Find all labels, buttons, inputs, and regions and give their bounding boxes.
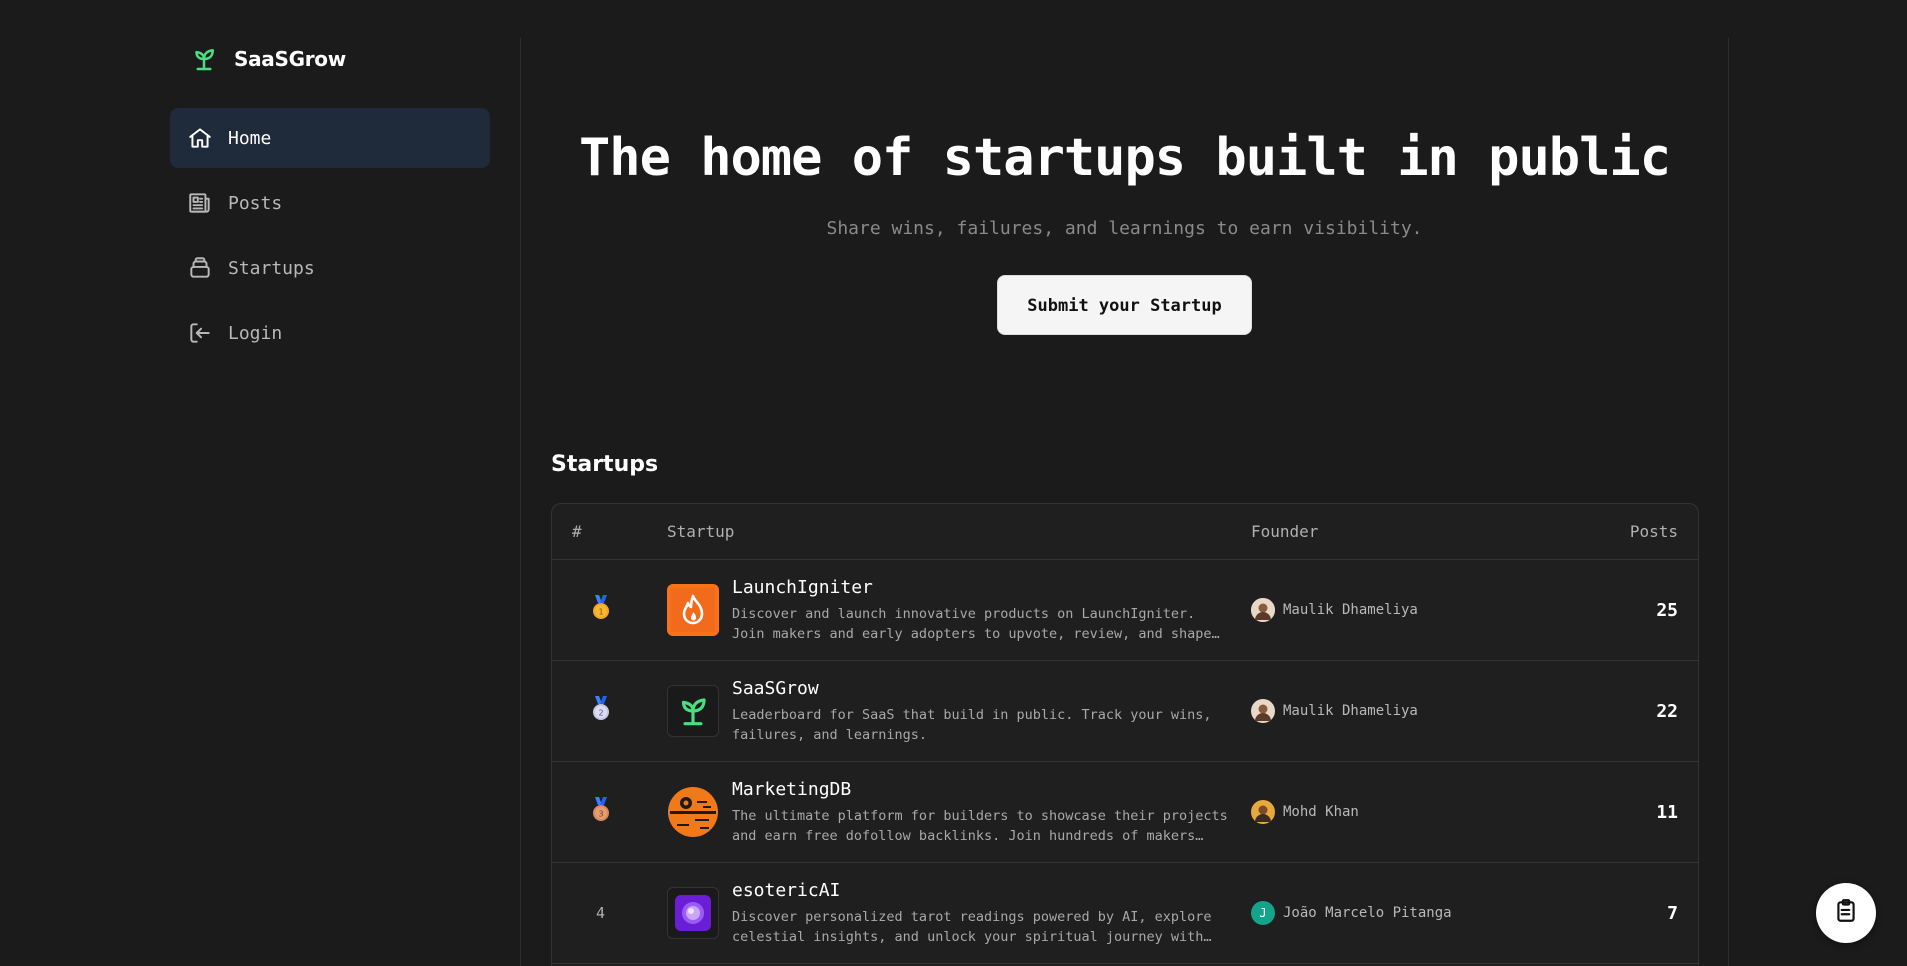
founder-name: Mohd Khan [1283,804,1359,820]
rank-cell: 4 [552,904,667,922]
sidebar-item-home[interactable]: Home [170,108,490,168]
header-posts: Posts [1629,522,1678,541]
rank-number: 4 [595,904,606,922]
startup-cell[interactable]: esotericAI Discover personalized tarot r… [667,880,1251,947]
startup-cell[interactable]: MarketingDB The ultimate platform for bu… [667,779,1251,846]
startup-description: Discover personalized tarot readings pow… [732,908,1212,945]
brand[interactable]: SaaSGrow [170,38,490,80]
newspaper-icon [186,189,214,217]
startup-description: The ultimate platform for builders to sh… [732,807,1228,844]
rank-cell: 2 [552,695,667,727]
sprout-icon [188,43,220,75]
founder-name: Maulik Dhameliya [1283,703,1418,719]
startup-cell[interactable]: LaunchIgniter Discover and launch innova… [667,577,1251,644]
brand-name: SaaSGrow [234,47,346,71]
table-row[interactable]: 1 LaunchIgniter Discover and launch inno… [552,560,1698,661]
header-rank: # [572,522,582,541]
founder-cell[interactable]: Maulik Dhameliya [1251,699,1548,723]
page-title: The home of startups built in public [578,128,1671,188]
bronze-medal-icon: 3 [590,796,612,828]
posts-count: 7 [1667,902,1678,924]
orb-icon [667,887,719,939]
svg-text:2: 2 [598,709,603,718]
startup-name[interactable]: MarketingDB [732,779,1232,800]
startup-description: Discover and launch innovative products … [732,605,1212,642]
founder-cell[interactable]: J João Marcelo Pitanga [1251,901,1548,925]
sidebar-item-label: Posts [228,192,283,214]
flame-icon [667,584,719,636]
section-title: Startups [551,452,659,477]
posts-count: 25 [1656,599,1678,621]
header-startup: Startup [667,522,735,541]
sidebar-item-posts[interactable]: Posts [170,173,490,233]
sidebar-item-startups[interactable]: Startups [170,238,490,298]
rank-cell: 1 [552,594,667,626]
table-row[interactable]: 4 esotericAI Discover personalized tarot… [552,863,1698,964]
hero: The home of startups built in public Sha… [521,38,1728,335]
startups-table: # Startup Founder Posts 1 LaunchIgniter … [551,503,1699,966]
content-divider [1728,38,1729,966]
avatar [1251,598,1275,622]
sidebar-item-label: Startups [228,257,315,279]
page-subtitle: Share wins, failures, and learnings to e… [826,218,1423,239]
login-icon [186,319,214,347]
startup-cell[interactable]: SaaSGrow Leaderboard for SaaS that build… [667,678,1251,745]
founder-name: Maulik Dhameliya [1283,602,1418,618]
startup-name[interactable]: esotericAI [732,880,1232,901]
clipboard-button[interactable] [1816,883,1876,943]
submit-startup-button[interactable]: Submit your Startup [997,275,1252,335]
posts-count: 22 [1656,700,1678,722]
posts-count: 11 [1656,801,1678,823]
sidebar: SaaSGrow Home Posts Startups Login [170,38,490,368]
table-row[interactable]: 2 SaaSGrow Leaderboard for SaaS that bui… [552,661,1698,762]
rank-cell: 3 [552,796,667,828]
death-star-icon [667,786,719,838]
avatar [1251,699,1275,723]
scrollbar[interactable] [1901,0,1907,966]
silver-medal-icon: 2 [590,695,612,727]
founder-cell[interactable]: Maulik Dhameliya [1251,598,1548,622]
gold-medal-icon: 1 [590,594,612,626]
table-header: # Startup Founder Posts [552,504,1698,560]
svg-text:3: 3 [598,810,603,819]
table-row[interactable]: 3 MarketingDB The ultimate platform for … [552,762,1698,863]
sidebar-item-login[interactable]: Login [170,303,490,363]
startup-name[interactable]: LaunchIgniter [732,577,1232,598]
founder-cell[interactable]: Mohd Khan [1251,800,1548,824]
avatar: J [1251,901,1275,925]
sidebar-item-label: Home [228,127,272,149]
sidebar-item-label: Login [228,322,283,344]
stack-icon [186,254,214,282]
startup-description: Leaderboard for SaaS that build in publi… [732,706,1212,743]
startup-name[interactable]: SaaSGrow [732,678,1232,699]
svg-text:1: 1 [598,608,603,617]
sprout-icon [667,685,719,737]
founder-name: João Marcelo Pitanga [1283,905,1452,921]
home-icon [186,124,214,152]
header-founder: Founder [1251,522,1319,541]
clipboard-icon [1833,898,1859,928]
sidebar-nav: Home Posts Startups Login [170,108,490,363]
avatar [1251,800,1275,824]
